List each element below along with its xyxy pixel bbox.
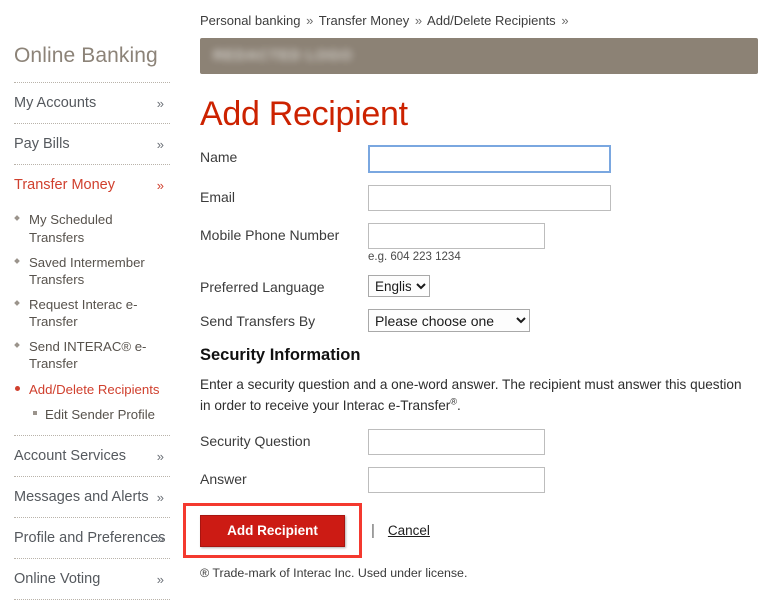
chevron-right-icon: » (156, 178, 164, 194)
sidebar-subitem-edit-sender-profile[interactable]: Edit Sender Profile (14, 402, 166, 427)
action-separator: | (371, 522, 375, 540)
sidebar-subitem-label: Add/Delete Recipients (29, 381, 160, 397)
bank-logo-redacted: REDACTED LOGO (213, 47, 353, 64)
sidebar-item-pay-bills[interactable]: Pay Bills » (14, 124, 170, 164)
form-row-mobile-phone: Mobile Phone Number (200, 223, 768, 250)
divider (14, 599, 170, 601)
brand-title: Online Banking (14, 44, 158, 67)
form-row-answer: Answer (200, 466, 768, 493)
breadcrumb-item-personal-banking[interactable]: Personal banking (200, 13, 300, 28)
security-information-heading: Security Information (200, 346, 361, 365)
send-transfers-by-label: Send Transfers By (200, 313, 316, 330)
sidebar-subitem-saved-intermember-transfers[interactable]: Saved Intermember Transfers (14, 250, 166, 292)
sidebar-subitem-send-interac-e-transfer[interactable]: Send INTERAC® e-Transfer (14, 334, 166, 376)
name-label: Name (200, 149, 238, 166)
security-question-label: Security Question (200, 432, 311, 449)
sidebar-subitem-my-scheduled-transfers[interactable]: My Scheduled Transfers (14, 207, 166, 249)
chevron-right-icon: » (156, 95, 164, 111)
sidebar-item-account-services[interactable]: Account Services » (14, 436, 170, 476)
add-recipient-button[interactable]: Add Recipient (200, 514, 345, 547)
sidebar-subitem-label: Edit Sender Profile (45, 406, 155, 422)
breadcrumb-separator: » (561, 13, 569, 28)
mobile-phone-label: Mobile Phone Number (200, 227, 340, 244)
bank-header-bar: REDACTED LOGO (200, 38, 758, 74)
email-label: Email (200, 189, 236, 206)
security-question-input[interactable] (368, 428, 545, 455)
preferred-language-select[interactable]: English (368, 275, 430, 298)
chevron-right-icon: » (156, 489, 164, 505)
email-input[interactable] (368, 185, 611, 212)
sidebar-item-transfer-money[interactable]: Transfer Money » (14, 165, 170, 205)
sidebar-item-label: Profile and Preferences (14, 530, 166, 547)
chevron-right-icon: » (156, 137, 164, 152)
sidebar-subitem-request-interac-e-transfer[interactable]: Request Interac e-Transfer (14, 292, 166, 334)
form-row-name: Name (200, 145, 768, 174)
trademark-footnote: ® Trade-mark of Interac Inc. Used under … (200, 565, 468, 580)
breadcrumb-item-transfer-money[interactable]: Transfer Money (319, 13, 410, 28)
answer-label: Answer (200, 470, 247, 487)
mobile-phone-hint: e.g. 604 223 1234 (368, 251, 461, 264)
bullet-icon (14, 215, 20, 222)
form-row-send-transfers-by: Send Transfers By Please choose one (200, 309, 768, 333)
sidebar-item-online-voting[interactable]: Online Voting » (14, 559, 170, 599)
form-row-security-question: Security Question (200, 428, 768, 455)
chevron-right-icon: » (156, 531, 164, 547)
security-description-period: . (456, 398, 461, 414)
sidebar-item-label: Pay Bills (14, 136, 70, 153)
sidebar-subitem-add-delete-recipients[interactable]: Add/Delete Recipients (14, 377, 166, 402)
sidebar-item-profile-and-preferences[interactable]: Profile and Preferences » (14, 518, 170, 558)
sidebar-subitem-label: Request Interac e-Transfer (29, 297, 138, 330)
bullet-icon (14, 342, 20, 349)
form-row-preferred-language: Preferred Language English (200, 275, 768, 298)
mobile-phone-input[interactable] (368, 223, 545, 250)
preferred-language-label: Preferred Language (200, 279, 325, 296)
sidebar-subitem-label: My Scheduled Transfers (29, 212, 113, 245)
security-description-text: Enter a security question and a one-word… (200, 377, 742, 414)
bullet-icon (33, 410, 37, 415)
main-content: Personal banking » Transfer Money » Add/… (183, 0, 768, 608)
name-input[interactable] (368, 145, 611, 174)
sidebar-subitem-label: Send INTERAC® e-Transfer (29, 339, 147, 372)
sidebar-item-messages-and-alerts[interactable]: Messages and Alerts » (14, 477, 170, 517)
sidebar-item-label: Account Services (14, 447, 127, 464)
bullet-icon (14, 257, 20, 264)
action-row: Add Recipient | Cancel (200, 513, 768, 549)
sidebar-item-label: Online Voting (14, 571, 101, 588)
sidebar-item-label: Transfer Money (14, 177, 115, 194)
breadcrumb-separator: » (414, 13, 423, 28)
bullet-icon (14, 300, 20, 306)
registered-trademark-icon: ® (450, 396, 457, 407)
bullet-icon (15, 385, 20, 391)
breadcrumb: Personal banking » Transfer Money » Add/… (200, 0, 768, 28)
breadcrumb-item-add-delete-recipients[interactable]: Add/Delete Recipients (427, 13, 556, 28)
sidebar-subitem-label: Saved Intermember Transfers (29, 254, 145, 287)
answer-input[interactable] (368, 466, 545, 493)
sidebar-item-label: My Accounts (14, 95, 97, 111)
breadcrumb-separator: » (306, 13, 314, 28)
send-transfers-by-select[interactable]: Please choose one (368, 309, 530, 333)
security-information-description: Enter a security question and a one-word… (200, 374, 745, 416)
sidebar-item-label: Messages and Alerts (14, 489, 149, 506)
sidebar: Online Banking My Accounts » Pay Bills »… (0, 0, 176, 608)
page-title: Add Recipient (200, 95, 408, 133)
sidebar-item-my-accounts[interactable]: My Accounts » (14, 83, 170, 123)
sidebar-submenu-transfer-money: My Scheduled Transfers Saved Intermember… (14, 205, 170, 435)
chevron-right-icon: » (156, 572, 164, 588)
chevron-right-icon: » (156, 448, 164, 464)
cancel-link[interactable]: Cancel (388, 523, 430, 538)
form-row-email: Email (200, 185, 768, 212)
